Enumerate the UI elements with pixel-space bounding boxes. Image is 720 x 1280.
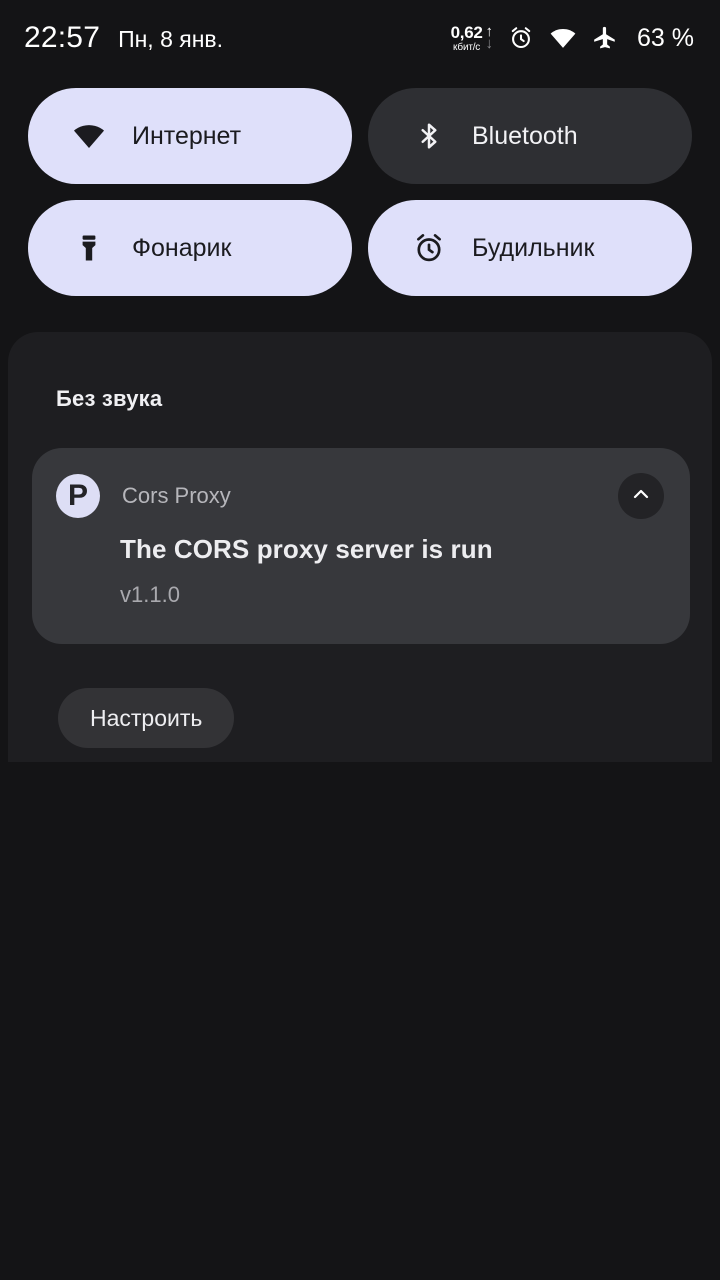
chevron-up-icon <box>629 482 653 511</box>
quick-tile-label: Будильник <box>472 233 595 262</box>
network-speed-arrows: ↑ ↓ <box>485 24 494 52</box>
bluetooth-icon <box>412 119 446 153</box>
alarm-clock-icon <box>412 231 446 265</box>
quick-tile-label: Интернет <box>132 121 242 150</box>
notification-shade: 22:57 Пн, 8 янв. 0,62 кбит/с ↑ ↓ 63 % Ин… <box>0 0 720 1280</box>
battery-percentage: 63 % <box>637 23 694 52</box>
wifi-icon <box>549 24 577 52</box>
network-speed-value: 0,62 <box>450 22 483 42</box>
quick-tile-bluetooth[interactable]: Bluetooth <box>368 88 692 184</box>
status-bar-left: 22:57 Пн, 8 янв. <box>24 21 223 55</box>
status-bar-right: 0,62 кбит/с ↑ ↓ 63 % <box>451 24 694 53</box>
quick-tile-label: Bluetooth <box>472 121 578 150</box>
status-bar-date: Пн, 8 янв. <box>118 26 224 52</box>
notification-title: The CORS proxy server is run <box>120 534 493 564</box>
airplane-mode-icon <box>592 25 618 51</box>
app-icon: P <box>56 474 100 518</box>
alarm-icon <box>508 25 534 51</box>
quick-tile-flashlight[interactable]: Фонарик <box>28 200 352 296</box>
collapse-button[interactable] <box>618 473 664 519</box>
quick-tile-internet[interactable]: Интернет <box>28 88 352 184</box>
quick-settings-grid: Интернет Bluetooth Фонарик Будильник <box>28 88 692 296</box>
notification-section-title: Без звука <box>56 386 163 411</box>
network-speed-unit: кбит/с <box>453 41 481 53</box>
quick-tile-label: Фонарик <box>132 233 232 262</box>
flashlight-icon <box>72 231 106 265</box>
notification-card[interactable]: P Cors Proxy The CORS proxy server is ru… <box>32 448 690 644</box>
download-arrow-icon: ↓ <box>485 35 494 52</box>
network-speed-text: 0,62 кбит/с <box>451 24 483 53</box>
notification-app-name: Cors Proxy <box>122 483 231 508</box>
manage-notifications-button[interactable]: Настроить <box>58 688 235 748</box>
status-bar: 22:57 Пн, 8 янв. 0,62 кбит/с ↑ ↓ 63 % <box>0 0 720 76</box>
network-speed-indicator: 0,62 кбит/с ↑ ↓ <box>451 24 493 53</box>
manage-notifications-label: Настроить <box>90 704 203 731</box>
status-bar-clock: 22:57 <box>24 21 101 54</box>
wifi-icon <box>72 119 106 153</box>
quick-tile-alarm[interactable]: Будильник <box>368 200 692 296</box>
notification-subtitle: v1.1.0 <box>120 582 180 607</box>
notification-header: P Cors Proxy <box>56 474 231 518</box>
